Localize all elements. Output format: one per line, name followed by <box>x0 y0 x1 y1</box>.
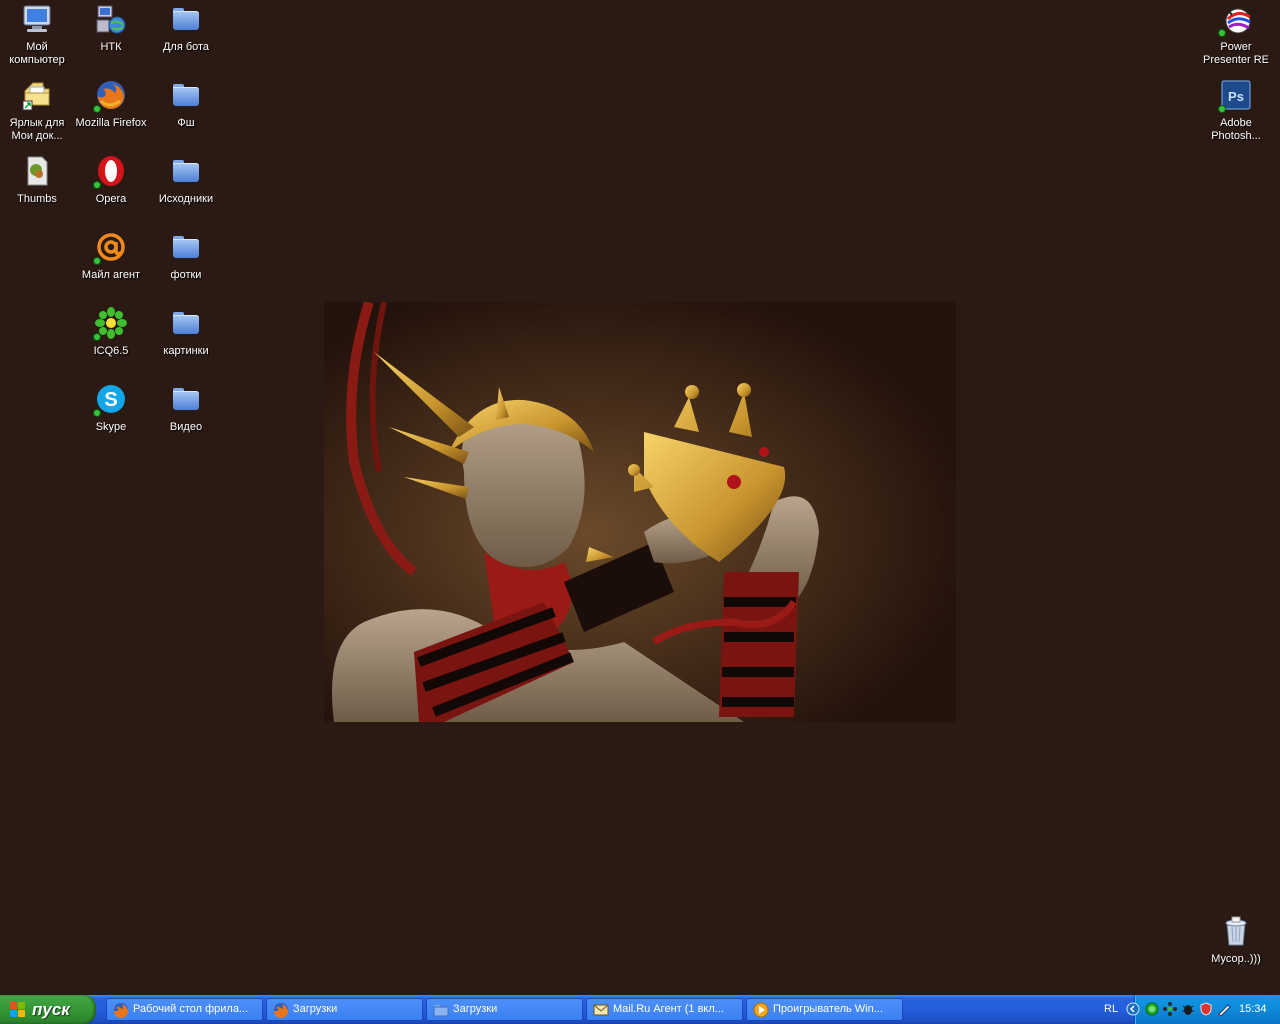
desktop-icon-documents-shortcut[interactable]: Ярлык для Мои док... <box>0 79 74 143</box>
task-label: Загрузки <box>293 1003 338 1015</box>
icon-label: Видео <box>169 421 203 433</box>
folder-icon <box>170 155 202 187</box>
icon-label: Skype <box>95 421 127 433</box>
network-computers-icon <box>95 3 127 35</box>
svg-text:S: S <box>104 389 117 411</box>
folder-icon <box>170 307 202 339</box>
desktop-icon-folder-dlya-bota[interactable]: Для бота <box>149 3 223 54</box>
desktop-icon-folder-kartinki[interactable]: картинки <box>149 307 223 358</box>
antivirus-tray-icon[interactable] <box>1199 1002 1213 1016</box>
firefox-icon <box>273 1002 289 1018</box>
clock[interactable]: 15:34 <box>1239 1003 1267 1015</box>
my-computer-icon <box>21 3 53 35</box>
task-label: Рабочий стол фрила... <box>133 1003 249 1015</box>
taskbar-button-firefox-desktop[interactable]: Рабочий стол фрила... <box>106 998 263 1021</box>
system-tray: 15:34 <box>1126 995 1280 1024</box>
icon-label: Adobe Photosh... <box>1211 117 1261 142</box>
mail-agent-icon <box>93 231 127 265</box>
desktop-icon-folder-fsh[interactable]: Фш <box>149 79 223 130</box>
thumbs-file-icon <box>21 155 53 187</box>
shortcut-documents-icon <box>21 79 53 111</box>
desktop-icon-icq[interactable]: ICQ6.5 <box>74 307 148 358</box>
pen-tablet-tray-icon[interactable] <box>1217 1002 1231 1017</box>
start-label: пуск <box>32 1000 70 1019</box>
icon-label: Мусор..))) <box>1211 953 1261 965</box>
icon-label: Исходники <box>158 193 214 205</box>
task-label: Проигрыватель Win... <box>773 1003 883 1015</box>
folder-icon <box>433 1002 449 1018</box>
icon-label: Ярлык для Мои док... <box>9 117 65 142</box>
photoshop-icon: Ps <box>1218 79 1252 113</box>
icq-tray-icon[interactable] <box>1163 1002 1177 1016</box>
desktop-icon-photoshop[interactable]: Ps Adobe Photosh... <box>1199 79 1273 143</box>
desktop-icon-firefox[interactable]: Mozilla Firefox <box>74 79 148 130</box>
icon-label: НТК <box>100 41 122 53</box>
recycle-bin-icon <box>1220 915 1252 947</box>
start-button[interactable]: пуск <box>0 995 96 1024</box>
firefox-icon <box>113 1002 129 1018</box>
icq-icon <box>93 307 127 341</box>
task-label: Загрузки <box>453 1003 498 1015</box>
desktop-icon-ntk[interactable]: НТК <box>74 3 148 54</box>
media-player-icon <box>753 1002 769 1018</box>
skype-icon: S <box>93 383 127 417</box>
icon-label: Mozilla Firefox <box>75 117 147 129</box>
bug-tray-icon[interactable] <box>1181 1002 1195 1016</box>
icon-label: Thumbs <box>17 193 57 205</box>
power-presenter-icon <box>1218 3 1252 37</box>
desktop-icon-skype[interactable]: S Skype <box>74 383 148 434</box>
wallpaper-photo <box>324 302 956 722</box>
show-hidden-icons-chevron-icon[interactable] <box>1126 1002 1140 1016</box>
taskbar-button-media-player[interactable]: Проигрыватель Win... <box>746 998 903 1021</box>
icon-label: Мой компьютер <box>9 41 65 66</box>
desktop-icon-thumbs[interactable]: Thumbs <box>0 155 74 206</box>
desktop-icon-folder-iskhodniki[interactable]: Исходники <box>149 155 223 206</box>
desktop-icon-power-presenter[interactable]: Power Presenter RE <box>1199 3 1273 67</box>
icon-label: Фш <box>177 117 195 129</box>
icon-label: Power Presenter RE <box>1202 41 1270 66</box>
desktop-icon-opera[interactable]: Opera <box>74 155 148 206</box>
mail-envelope-icon <box>593 1002 609 1018</box>
desktop-icon-folder-fotki[interactable]: фотки <box>149 231 223 282</box>
desktop-icon-mail-agent[interactable]: Майл агент <box>74 231 148 282</box>
folder-icon <box>170 3 202 35</box>
opera-icon <box>93 155 127 189</box>
task-label: Mail.Ru Агент (1 вкл... <box>613 1003 724 1015</box>
language-indicator[interactable]: RL <box>1104 1003 1118 1015</box>
icon-label: Майл агент <box>81 269 141 281</box>
folder-icon <box>170 79 202 111</box>
icon-label: ICQ6.5 <box>93 345 129 357</box>
icon-label: фотки <box>170 269 202 281</box>
taskbar-button-mail-agent[interactable]: Mail.Ru Агент (1 вкл... <box>586 998 743 1021</box>
firefox-icon <box>93 79 127 113</box>
windows-logo-icon <box>10 1002 26 1018</box>
icon-label: картинки <box>163 345 209 357</box>
desktop[interactable]: Мой компьютер Ярлык для Мои док... Thumb… <box>0 0 1280 995</box>
taskbar-button-folder-downloads[interactable]: Загрузки <box>426 998 583 1021</box>
folder-icon <box>170 231 202 263</box>
icon-label: Opera <box>95 193 127 205</box>
taskbar: пуск Рабочий стол фрила... Загрузки Загр… <box>0 995 1280 1024</box>
icon-label: Для бота <box>162 41 210 53</box>
desktop-icon-my-computer[interactable]: Мой компьютер <box>0 3 74 67</box>
taskbar-button-firefox-downloads[interactable]: Загрузки <box>266 998 423 1021</box>
desktop-icon-recycle-bin[interactable]: Мусор..))) <box>1199 915 1273 966</box>
desktop-icon-folder-video[interactable]: Видео <box>149 383 223 434</box>
folder-icon <box>170 383 202 415</box>
svg-text:Ps: Ps <box>1228 89 1244 104</box>
status-online-icon[interactable] <box>1145 1002 1159 1016</box>
